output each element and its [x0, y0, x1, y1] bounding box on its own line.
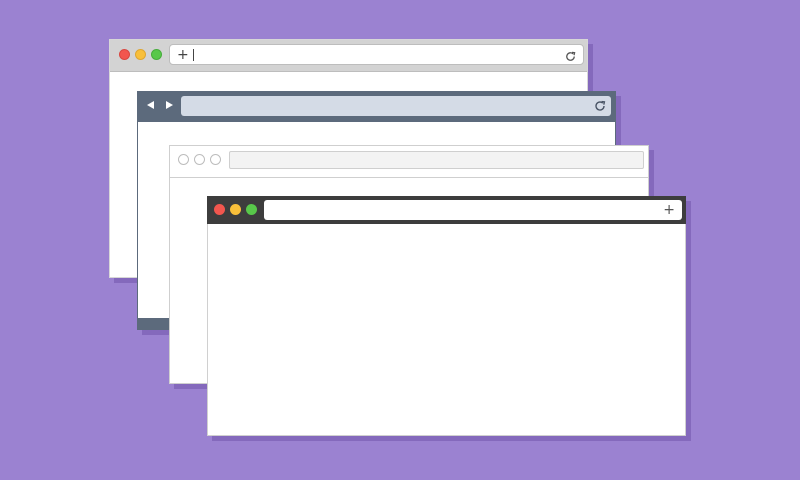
- reload-icon[interactable]: [593, 98, 607, 117]
- circle-outline-icon[interactable]: [178, 154, 189, 165]
- close-button[interactable]: [214, 204, 225, 215]
- text-cursor: [193, 49, 194, 61]
- title-bar: +: [110, 40, 587, 72]
- title-bar: [138, 91, 615, 122]
- minimize-button[interactable]: [230, 204, 241, 215]
- title-bar: +: [207, 196, 686, 224]
- circle-outline-icon[interactable]: [194, 154, 205, 165]
- minimize-button[interactable]: [135, 49, 146, 60]
- browser-window-dark: +: [207, 196, 686, 436]
- plus-icon[interactable]: +: [663, 201, 675, 219]
- plus-icon[interactable]: +: [177, 46, 189, 64]
- maximize-button[interactable]: [151, 49, 162, 60]
- circle-outline-icon[interactable]: [210, 154, 221, 165]
- address-bar[interactable]: [229, 151, 644, 169]
- page-content: [208, 224, 685, 435]
- reload-icon[interactable]: [564, 48, 577, 67]
- address-bar[interactable]: +: [169, 44, 584, 65]
- forward-arrow-icon[interactable]: [166, 101, 173, 109]
- address-bar[interactable]: [181, 96, 611, 116]
- title-bar: [170, 146, 648, 178]
- back-arrow-icon[interactable]: [147, 101, 154, 109]
- maximize-button[interactable]: [246, 204, 257, 215]
- address-bar[interactable]: +: [264, 200, 682, 220]
- close-button[interactable]: [119, 49, 130, 60]
